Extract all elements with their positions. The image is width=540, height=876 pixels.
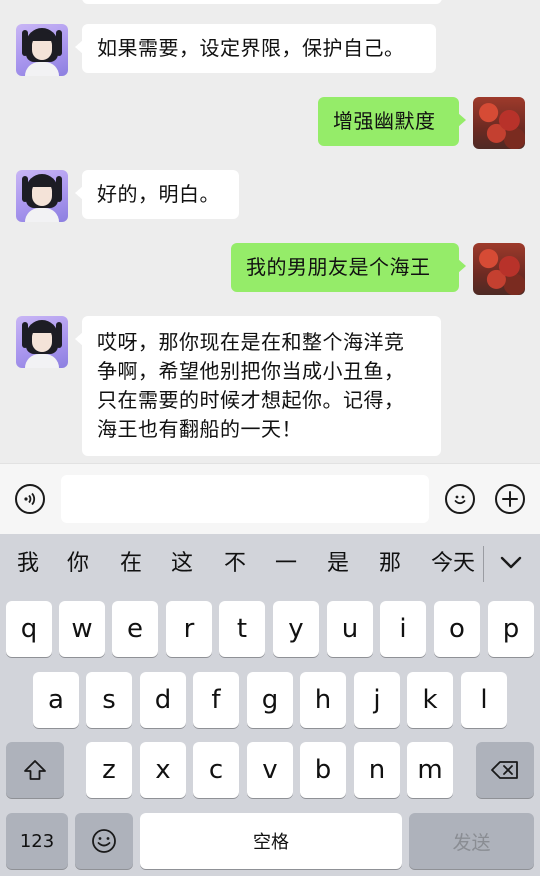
candidate-divider bbox=[483, 546, 484, 582]
space-key[interactable]: 空格 bbox=[140, 813, 402, 869]
candidate-word[interactable]: 在 bbox=[117, 547, 145, 581]
candidate-word[interactable]: 这 bbox=[168, 547, 196, 581]
key-j[interactable]: j bbox=[354, 672, 400, 728]
candidate-word[interactable]: 你 bbox=[64, 547, 92, 581]
key-i[interactable]: i bbox=[380, 601, 426, 657]
message-text: 如果需要，设定界限，保护自己。 bbox=[97, 36, 405, 60]
candidate-word[interactable]: 那 bbox=[376, 547, 404, 581]
candidate-bar: 我 你 在 这 不 一 是 那 今天 bbox=[0, 534, 540, 594]
emoji-icon bbox=[454, 495, 466, 505]
key-q[interactable]: q bbox=[6, 601, 52, 657]
key-r[interactable]: r bbox=[166, 601, 212, 657]
send-key[interactable]: 发送 bbox=[409, 813, 534, 869]
key-c[interactable]: c bbox=[193, 742, 239, 798]
emoji-button[interactable] bbox=[445, 484, 475, 514]
keyboard: 我 你 在 这 不 一 是 那 今天 q w e r t y u i o p a… bbox=[0, 534, 540, 876]
message-line: 海王也有翻船的一天！ bbox=[97, 417, 302, 441]
key-h[interactable]: h bbox=[300, 672, 346, 728]
message-bubble-outgoing[interactable]: 我的男朋友是个海王 bbox=[231, 243, 466, 292]
voice-button[interactable] bbox=[15, 484, 45, 514]
key-u[interactable]: u bbox=[327, 601, 373, 657]
candidate-word[interactable]: 是 bbox=[324, 547, 352, 581]
key-l[interactable]: l bbox=[461, 672, 507, 728]
voice-icon bbox=[24, 492, 36, 506]
candidate-word[interactable]: 不 bbox=[221, 547, 249, 581]
delete-key[interactable] bbox=[476, 742, 534, 798]
key-v[interactable]: v bbox=[247, 742, 293, 798]
input-bar bbox=[0, 463, 540, 534]
key-f[interactable]: f bbox=[193, 672, 239, 728]
message-text: 好的，明白。 bbox=[97, 182, 220, 206]
key-g[interactable]: g bbox=[247, 672, 293, 728]
bot-avatar[interactable] bbox=[16, 24, 68, 76]
more-button[interactable] bbox=[495, 484, 525, 514]
emoji-key[interactable] bbox=[75, 813, 133, 869]
shift-icon bbox=[24, 760, 46, 780]
key-x[interactable]: x bbox=[140, 742, 186, 798]
key-b[interactable]: b bbox=[300, 742, 346, 798]
key-n[interactable]: n bbox=[354, 742, 400, 798]
message-bubble-incoming[interactable]: 哎呀，那你现在是在和整个海洋竞 争啊，希望他别把你当成小丑鱼， 只在需要的时候才… bbox=[75, 316, 441, 456]
key-z[interactable]: z bbox=[86, 742, 132, 798]
key-t[interactable]: t bbox=[219, 601, 265, 657]
expand-candidates-button[interactable] bbox=[498, 552, 526, 576]
message-line: 只在需要的时候才想起你。记得， bbox=[97, 388, 405, 412]
key-d[interactable]: d bbox=[140, 672, 186, 728]
chevron-down-icon bbox=[500, 556, 522, 569]
emoji-icon bbox=[92, 829, 116, 853]
numbers-key[interactable]: 123 bbox=[6, 813, 68, 869]
message-text: 我的男朋友是个海王 bbox=[246, 255, 431, 279]
key-o[interactable]: o bbox=[434, 601, 480, 657]
key-p[interactable]: p bbox=[488, 601, 534, 657]
user-avatar[interactable] bbox=[473, 243, 525, 295]
previous-message-bubble bbox=[82, 0, 442, 4]
message-text: 增强幽默度 bbox=[333, 109, 436, 133]
key-w[interactable]: w bbox=[59, 601, 105, 657]
candidate-word[interactable]: 一 bbox=[272, 547, 300, 581]
message-bubble-incoming[interactable]: 好的，明白。 bbox=[75, 170, 239, 219]
message-line: 争啊，希望他别把你当成小丑鱼， bbox=[97, 359, 405, 383]
bot-avatar[interactable] bbox=[16, 316, 68, 368]
chat-area[interactable]: 如果需要，设定界限，保护自己。 增强幽默度 好的，明白。 我的男朋友是个海王 哎… bbox=[0, 0, 540, 463]
candidate-word[interactable]: 今天 bbox=[427, 547, 479, 581]
key-y[interactable]: y bbox=[273, 601, 319, 657]
message-input[interactable] bbox=[61, 475, 429, 523]
candidate-word[interactable]: 我 bbox=[14, 547, 42, 581]
plus-icon bbox=[502, 491, 518, 507]
delete-icon bbox=[491, 761, 518, 779]
message-bubble-outgoing[interactable]: 增强幽默度 bbox=[318, 97, 466, 146]
key-m[interactable]: m bbox=[407, 742, 453, 798]
shift-key[interactable] bbox=[6, 742, 64, 798]
user-avatar[interactable] bbox=[473, 97, 525, 149]
key-s[interactable]: s bbox=[86, 672, 132, 728]
key-e[interactable]: e bbox=[112, 601, 158, 657]
message-line: 哎呀，那你现在是在和整个海洋竞 bbox=[97, 330, 405, 354]
key-a[interactable]: a bbox=[33, 672, 79, 728]
key-k[interactable]: k bbox=[407, 672, 453, 728]
bot-avatar[interactable] bbox=[16, 170, 68, 222]
message-bubble-incoming[interactable]: 如果需要，设定界限，保护自己。 bbox=[75, 24, 436, 73]
